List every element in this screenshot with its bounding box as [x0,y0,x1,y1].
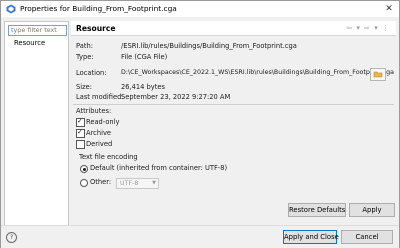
attributes-title: Attributes: [76,107,112,115]
page-header: Resource ⇦ ▾ ⇨ ▾ ⋮ [71,21,396,36]
other-encoding-label: Other: [90,178,112,186]
back-menu-icon[interactable]: ▾ [356,24,361,32]
archive-label: Archive [86,129,112,137]
show-in-explorer-button[interactable] [370,68,386,81]
nav-item-resource[interactable]: Resource [14,39,45,47]
help-icon[interactable]: ? [6,232,17,243]
forward-menu-icon[interactable]: ▾ [374,24,379,32]
encoding-group: Text file encoding Default (inherited fr… [76,153,392,193]
modified-label: Last modified: [76,93,124,101]
apply-button[interactable]: Apply [349,203,395,217]
encoding-select-value: UTF-8 [120,180,139,187]
dialog-footer: ? Apply and Close Cancel [1,225,399,248]
type-value: File (CGA File) [121,53,168,61]
location-label: Location: [76,69,107,77]
title-bar: Properties for Building_From_Footprint.c… [1,1,399,17]
location-value: D:\CE_Workspaces\CE_2022.1_WS\ESRI.lib\r… [121,69,394,76]
forward-arrow-icon[interactable]: ⇨ [364,24,371,32]
default-encoding-label: Default (inherited from container: UTF-8… [90,164,228,172]
modified-value: September 23, 2022 9:27:20 AM [121,93,231,101]
apply-and-close-button[interactable]: Apply and Close [283,230,339,244]
restore-defaults-button[interactable]: Restore Defaults [288,203,346,217]
chevron-down-icon: ▼ [152,180,156,186]
divider [73,104,394,105]
default-encoding-radio[interactable] [80,165,88,173]
derived-checkbox[interactable] [76,140,85,149]
cancel-button[interactable]: Cancel [341,230,393,244]
size-label: Size: [76,83,92,91]
category-panel: type filter text Resource [4,21,69,228]
close-icon[interactable]: ✕ [383,3,395,15]
app-icon [6,4,16,14]
window-title: Properties for Building_From_Footprint.c… [20,4,177,13]
properties-dialog: Properties for Building_From_Footprint.c… [0,0,400,248]
filter-input[interactable]: type filter text [8,25,67,36]
back-arrow-icon[interactable]: ⇦ [346,24,353,32]
path-value: /ESRI.lib/rules/Buildings/Building_From_… [121,42,297,50]
read-only-label: Read-only [86,118,120,126]
archive-checkbox[interactable] [76,128,85,138]
history-nav: ⇦ ▾ ⇨ ▾ ⋮ [346,24,390,32]
encoding-title: Text file encoding [79,153,138,161]
path-label: Path: [76,42,93,50]
size-value: 26,414 bytes [121,83,165,91]
resource-page: Resource ⇦ ▾ ⇨ ▾ ⋮ Path: /ESRI.lib/rules… [71,21,396,220]
folder-icon [373,71,383,78]
read-only-checkbox[interactable] [76,117,85,127]
type-label: Type: [76,53,94,61]
view-menu-icon[interactable]: ⋮ [382,24,390,32]
derived-label: Derived [86,140,113,148]
encoding-select[interactable]: UTF-8 ▼ [116,178,159,189]
page-title: Resource [76,24,116,33]
other-encoding-radio[interactable] [80,179,88,187]
